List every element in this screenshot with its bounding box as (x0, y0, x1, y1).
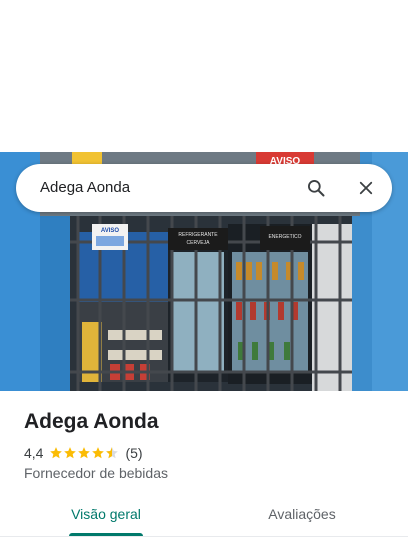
tab-overview[interactable]: Visão geral (56, 496, 156, 536)
sign-cerveja: CERVEJA (187, 240, 211, 246)
search-icon (308, 180, 325, 197)
sign-refrigerante: REFRIGERANTE (178, 232, 218, 238)
tabs-divider (0, 536, 408, 537)
star-full-icon (78, 447, 91, 459)
sign-aviso-notice: AVISO (101, 228, 120, 234)
rating-stars (49, 446, 119, 460)
place-tabs: Visão geral Avaliações (0, 496, 408, 540)
sign-energetico: ENERGETICO (268, 234, 301, 240)
clear-search-button[interactable] (350, 172, 382, 204)
star-full-icon (64, 447, 77, 459)
rating-value: 4,4 (24, 445, 44, 461)
star-full-icon (50, 447, 63, 459)
search-input[interactable]: Adega Aonda (40, 164, 130, 212)
rating-row[interactable]: 4,4 (5) (24, 444, 143, 462)
star-half-icon (106, 447, 119, 459)
search-button[interactable] (300, 172, 332, 204)
place-name: Adega Aonda (24, 410, 159, 433)
place-category: Fornecedor de bebidas (24, 465, 168, 481)
close-icon (359, 181, 373, 195)
search-bar[interactable]: Adega Aonda (16, 164, 392, 212)
blank-header-area (0, 0, 408, 152)
tab-reviews[interactable]: Avaliações (252, 496, 352, 536)
star-full-icon (92, 447, 105, 459)
review-count[interactable]: (5) (125, 445, 142, 461)
